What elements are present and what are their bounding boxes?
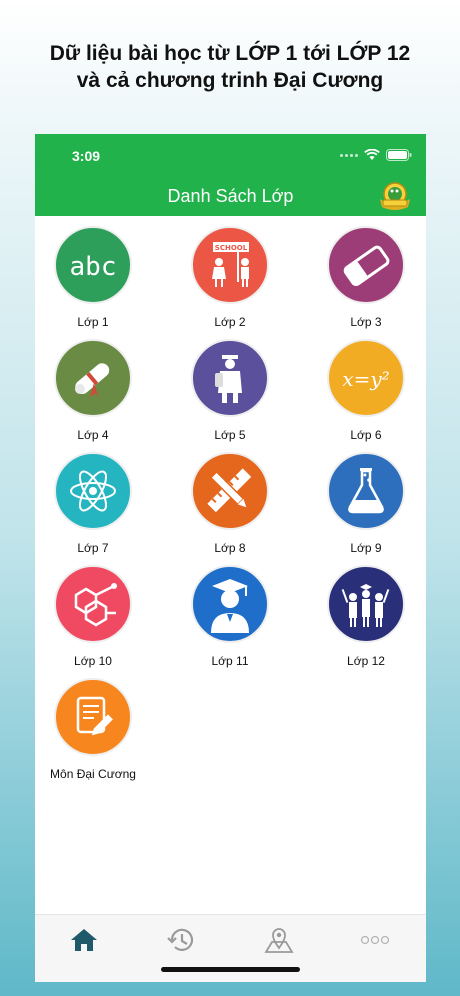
signal-dots-icon	[340, 153, 358, 157]
class-label: Lớp 12	[347, 654, 385, 668]
home-icon	[71, 929, 97, 951]
flask-icon	[348, 468, 384, 514]
history-icon	[167, 928, 194, 951]
class-general-circle	[54, 678, 132, 756]
class-8-circle	[191, 452, 269, 530]
promo-headline: Dữ liệu bài học từ LỚP 1 tới LỚP 12 và c…	[0, 40, 460, 94]
class-item-12[interactable]: Lớp 12	[298, 565, 426, 675]
status-time: 3:09	[72, 148, 101, 164]
class-10-circle	[54, 565, 132, 643]
graduate-icon	[211, 579, 249, 633]
class-12-circle	[327, 565, 405, 643]
ruler-pencil-icon	[207, 468, 252, 513]
class-item-11[interactable]: Lớp 11	[162, 565, 298, 675]
wifi-icon	[364, 149, 380, 160]
headline-line-1: Dữ liệu bài học từ LỚP 1 tới LỚP 12	[49, 42, 411, 65]
class-label: Lớp 5	[214, 428, 246, 442]
class-2-circle: SCHOOL	[191, 226, 269, 304]
tab-home[interactable]	[64, 923, 104, 957]
class-label: Lớp 3	[350, 315, 382, 329]
class-3-circle	[327, 226, 405, 304]
molecule-icon	[74, 583, 117, 627]
class-item-7[interactable]: Lớp 7	[35, 452, 161, 562]
class-item-6[interactable]: x=y² Lớp 6	[298, 339, 426, 449]
class-label: Lớp 11	[211, 654, 249, 668]
class-label: Lớp 2	[214, 315, 246, 329]
class-7-circle	[54, 452, 132, 530]
graduates-group-icon	[341, 584, 390, 627]
class-item-2[interactable]: SCHOOL Lớp 2	[162, 226, 298, 336]
tab-map[interactable]	[259, 923, 299, 957]
home-indicator[interactable]	[161, 967, 300, 972]
svg-text:abc: abc	[70, 252, 117, 282]
class-label: Lớp 7	[77, 541, 109, 555]
svg-text:SCHOOL: SCHOOL	[215, 244, 248, 252]
school-kids-icon: SCHOOL	[212, 242, 249, 287]
class-9-circle	[327, 452, 405, 530]
more-icon	[360, 935, 390, 945]
class-1-circle: abc	[54, 226, 132, 304]
equation-icon: x=y²	[342, 367, 389, 391]
abc-icon: abc	[70, 252, 117, 282]
top-bar: 3:09 Danh Sách Lớp	[35, 134, 426, 216]
battery-icon	[386, 149, 412, 161]
diploma-scroll-icon	[74, 363, 110, 399]
nav-title: Danh Sách Lớp	[167, 186, 294, 206]
class-item-8[interactable]: Lớp 8	[162, 452, 298, 562]
class-label: Lớp 6	[350, 428, 382, 442]
status-icons	[340, 149, 412, 161]
class-item-10[interactable]: Lớp 10	[35, 565, 161, 675]
class-6-circle: x=y²	[327, 339, 405, 417]
class-5-circle	[191, 339, 269, 417]
class-11-circle	[191, 565, 269, 643]
student-backpack-icon	[215, 355, 242, 403]
class-item-general[interactable]: Môn Đại Cương	[35, 678, 161, 788]
class-item-4[interactable]: Lớp 4	[35, 339, 161, 449]
phone-screen: 3:09 Danh Sách Lớp abc Lớp 1 SCHOOL Lớp …	[35, 134, 426, 982]
class-label: Lớp 8	[214, 541, 246, 555]
class-item-3[interactable]: Lớp 3	[298, 226, 426, 336]
class-item-1[interactable]: abc Lớp 1	[35, 226, 161, 336]
equation-text: x=y²	[342, 367, 389, 391]
eraser-icon	[343, 245, 390, 286]
class-item-5[interactable]: Lớp 5	[162, 339, 298, 449]
tab-history[interactable]	[161, 923, 201, 957]
map-icon	[264, 928, 294, 953]
atom-icon	[70, 470, 116, 512]
class-label: Lớp 1	[77, 315, 109, 329]
class-label: Lớp 9	[350, 541, 382, 555]
vip-badge-icon[interactable]	[378, 181, 412, 211]
class-label: Lớp 10	[74, 654, 112, 668]
class-item-9[interactable]: Lớp 9	[298, 452, 426, 562]
headline-line-2: và cả chương trinh Đại Cương	[76, 69, 384, 92]
class-label: Môn Đại Cương	[50, 767, 136, 781]
class-4-circle	[54, 339, 132, 417]
class-label: Lớp 4	[77, 428, 109, 442]
document-edit-icon	[76, 696, 113, 736]
tab-more[interactable]	[355, 923, 395, 957]
